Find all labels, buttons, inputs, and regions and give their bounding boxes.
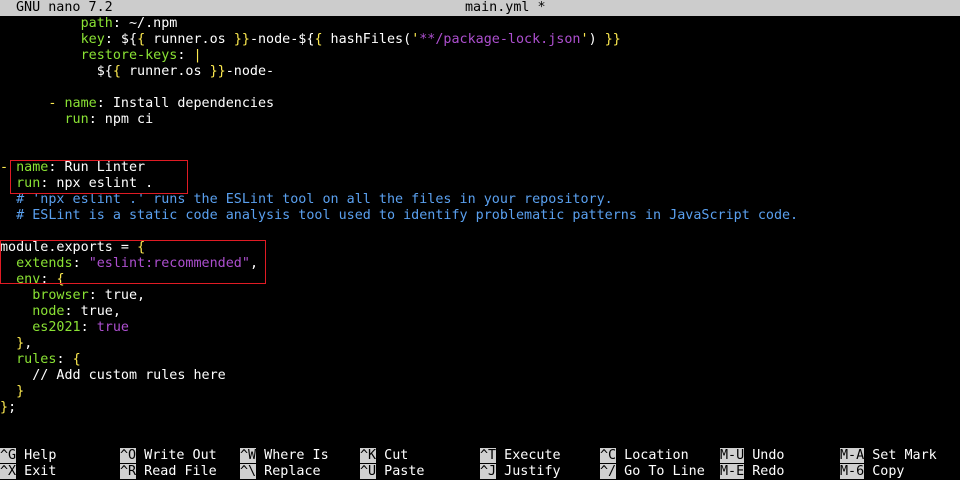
editor-area[interactable]: path: ~/.npm key: ${{ runner.os }}-node-… — [0, 16, 960, 432]
code-line: rules: { — [16, 352, 81, 367]
shortcut-key: ^K — [360, 448, 377, 463]
shortcut-key: ^/ — [600, 464, 617, 479]
shortcut-key: ^G — [0, 448, 17, 463]
shortcut-item[interactable]: ^/ Go To Line — [600, 464, 705, 480]
shortcut-item[interactable]: ^\ Replace — [240, 464, 321, 480]
shortcut-item[interactable]: ^R Read File — [120, 464, 217, 480]
shortcut-key: M-A — [840, 448, 865, 463]
code-line: path: ~/.npm — [80, 16, 178, 31]
shortcut-key: ^J — [480, 464, 497, 479]
shortcut-label: Undo — [744, 448, 785, 463]
shortcut-item[interactable]: M-U Undo — [720, 448, 785, 464]
shortcut-item[interactable]: ^U Paste — [360, 464, 425, 480]
shortcut-item[interactable]: M-6 Copy — [840, 464, 905, 480]
code-line: } — [16, 384, 25, 399]
code-line: }; — [0, 400, 17, 415]
code-line: key: ${{ runner.os }}-node-${{ hashFiles… — [80, 32, 621, 47]
shortcut-key: ^T — [480, 448, 497, 463]
shortcut-key: M-6 — [840, 464, 865, 479]
shortcut-item[interactable]: ^X Exit — [0, 464, 56, 480]
shortcut-key: ^R — [120, 464, 137, 479]
code-line: run: npm ci — [64, 112, 154, 127]
shortcut-item[interactable]: ^J Justify — [480, 464, 561, 480]
shortcut-help-bar: ^G Help ^O Write Out ^W Where Is ^K Cut ^T E… — [0, 448, 960, 480]
shortcut-key: ^O — [120, 448, 137, 463]
shortcut-label: Paste — [376, 464, 425, 479]
shortcut-label: Exit — [16, 464, 57, 479]
file-name: main.yml * — [465, 0, 546, 15]
shortcut-item[interactable]: ^K Cut — [360, 448, 408, 464]
shortcut-label: Where Is — [256, 448, 329, 463]
code-line: es2021: true — [32, 320, 129, 335]
shortcut-item[interactable]: ^T Execute — [480, 448, 561, 464]
shortcut-label: Read File — [136, 464, 217, 479]
shortcut-key: ^\ — [240, 464, 257, 479]
code-line: node: true, — [32, 304, 121, 319]
shortcut-label: Help — [16, 448, 57, 463]
shortcut-key: ^X — [0, 464, 17, 479]
shortcut-item[interactable]: ^O Write Out — [120, 448, 217, 464]
title-bar: GNU nano 7.2 main.yml * — [0, 0, 960, 16]
app-name: GNU nano 7.2 — [16, 0, 113, 15]
shortcut-label: Location — [616, 448, 689, 463]
shortcut-label: Execute — [496, 448, 561, 463]
shortcut-key: ^W — [240, 448, 257, 463]
code-line: }, — [16, 336, 33, 351]
shortcut-key: M-U — [720, 448, 745, 463]
shortcut-key: ^C — [600, 448, 617, 463]
shortcut-item[interactable]: M-E Redo — [720, 464, 785, 480]
highlight-box-run-linter — [10, 160, 188, 194]
shortcut-item[interactable]: ^C Location — [600, 448, 689, 464]
shortcut-label: Go To Line — [616, 464, 705, 479]
code-line: browser: true, — [32, 288, 146, 303]
shortcut-label: Write Out — [136, 448, 217, 463]
code-line: # 'npx eslint .' runs the ESLint tool on… — [16, 192, 613, 207]
shortcut-label: Set Mark — [864, 448, 937, 463]
shortcut-label: Justify — [496, 464, 561, 479]
code-line: // Add custom rules here — [32, 368, 226, 383]
code-line: - name: Install dependencies — [48, 96, 275, 111]
code-line: # ESLint is a static code analysis tool … — [16, 208, 799, 223]
shortcut-key: M-E — [720, 464, 745, 479]
shortcut-label: Replace — [256, 464, 321, 479]
shortcut-label: Cut — [376, 448, 409, 463]
highlight-box-module-exports — [0, 240, 266, 284]
shortcut-item[interactable]: ^G Help — [0, 448, 56, 464]
shortcut-key: ^U — [360, 464, 377, 479]
code-line: restore-keys: | — [80, 48, 202, 63]
shortcut-label: Redo — [744, 464, 785, 479]
code-line: ${{ runner.os }}-node- — [96, 64, 275, 79]
shortcut-label: Copy — [864, 464, 905, 479]
shortcut-item[interactable]: M-A Set Mark — [840, 448, 937, 464]
shortcut-item[interactable]: ^W Where Is — [240, 448, 329, 464]
